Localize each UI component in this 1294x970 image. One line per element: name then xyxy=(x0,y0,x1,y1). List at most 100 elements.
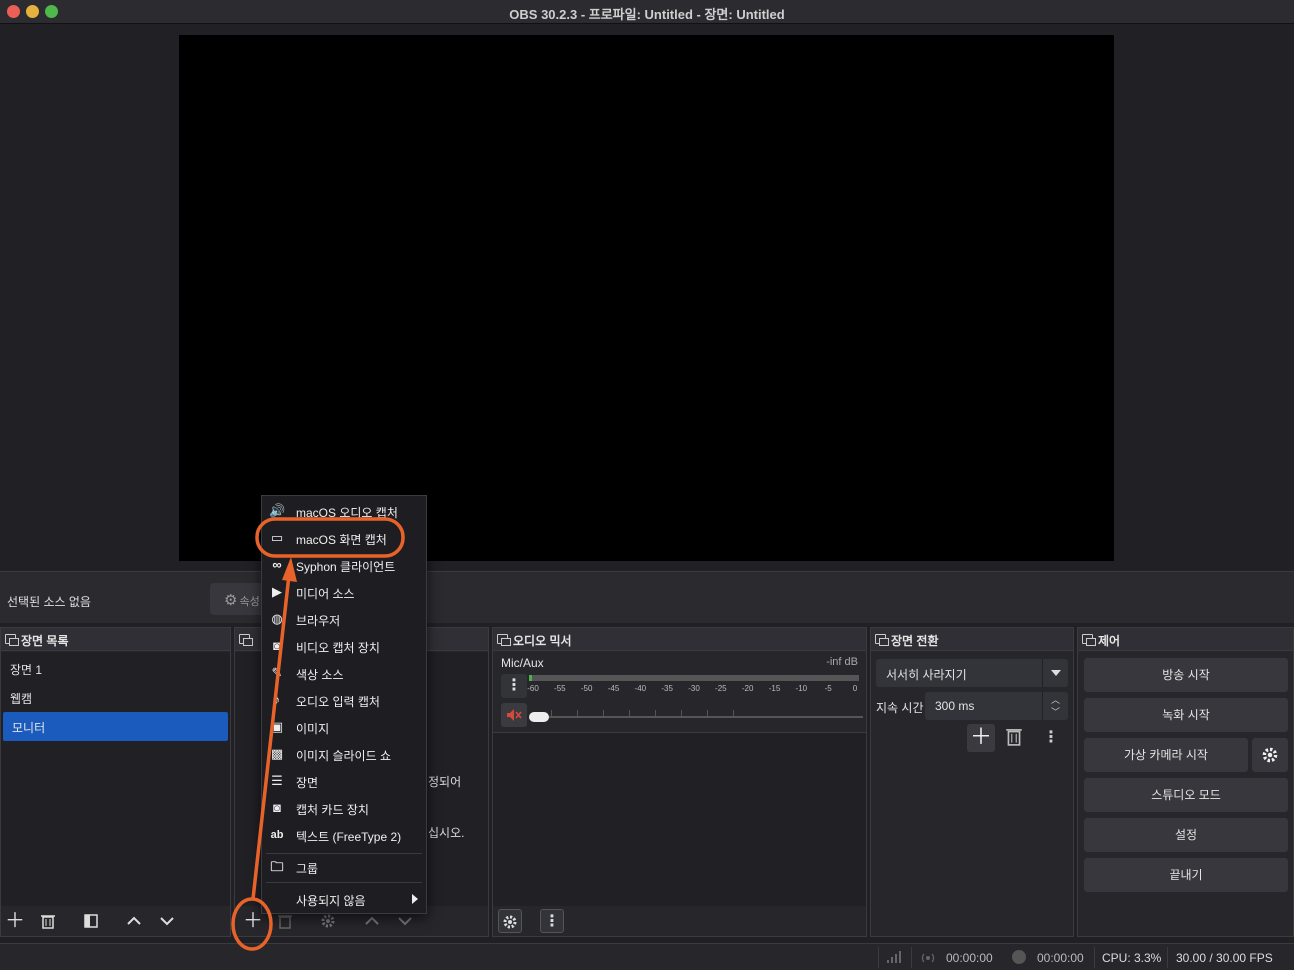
signal-bars-icon xyxy=(887,951,901,963)
controls-dock: 제어 방송 시작 녹화 시작 가상 카메라 시작 스튜디오 모드 설정 끝내기 xyxy=(1077,627,1294,937)
menu-item-label: 캡처 카드 장치 xyxy=(296,803,369,817)
status-bar: 00:00:00 00:00:00 CPU: 3.3% 30.00 / 30.0… xyxy=(0,943,1294,970)
window-title: OBS 30.2.3 - 프로파일: Untitled - 장면: Untitl… xyxy=(509,7,785,22)
add-scene-button[interactable]: ＋ xyxy=(3,909,27,933)
status-separator xyxy=(878,947,879,968)
trash-icon xyxy=(1006,729,1022,746)
scenes-dock: 장면 목록 장면 1 웹캠 모니터 ＋ xyxy=(0,627,231,937)
menu-item-3[interactable]: ▶ 미디어 소스 xyxy=(262,580,426,604)
meter-tick-label: -5 xyxy=(824,684,832,693)
meter-tick-label: -55 xyxy=(554,684,566,693)
remove-scene-button[interactable] xyxy=(36,909,60,933)
menu-item-deprecated[interactable]: 사용되지 않음 xyxy=(262,887,426,911)
menu-item-label: 이미지 슬라이드 쇼 xyxy=(296,749,391,763)
menu-item-label: 브라우저 xyxy=(296,614,341,628)
menu-item-label: 장면 xyxy=(296,776,319,790)
start-recording-button[interactable]: 녹화 시작 xyxy=(1084,698,1288,732)
transition-select[interactable]: 서서히 사라지기 xyxy=(876,659,1068,687)
speaker-icon: 🔊 xyxy=(269,503,286,518)
start-virtual-camera-button[interactable]: 가상 카메라 시작 xyxy=(1084,738,1248,772)
move-scene-up-button[interactable] xyxy=(122,909,146,933)
menu-item-12[interactable]: ab 텍스트 (FreeType 2) xyxy=(262,823,426,847)
monitor-icon: ▭ xyxy=(270,530,284,545)
menu-item-label: 오디오 입력 캡처 xyxy=(296,695,380,709)
transitions-header[interactable]: 장면 전환 xyxy=(871,628,1073,651)
menu-item-5[interactable]: ◙ 비디오 캡처 장치 xyxy=(262,634,426,658)
trash-icon xyxy=(41,915,55,929)
move-scene-down-button[interactable] xyxy=(155,909,179,933)
advanced-audio-button[interactable] xyxy=(498,909,522,933)
menu-item-11[interactable]: ◙ 캡처 카드 장치 xyxy=(262,796,426,820)
transitions-dock: 장면 전환 서서히 사라지기 지속 시간 300 ms ︿ ﹀ ＋ ⋮ xyxy=(870,627,1074,937)
play-icon: ▶ xyxy=(272,584,282,599)
dock-undock-icon[interactable] xyxy=(1082,634,1096,646)
menu-item-label: 이미지 xyxy=(296,722,330,736)
start-streaming-button[interactable]: 방송 시작 xyxy=(1084,658,1288,692)
meter-tick-label: -50 xyxy=(580,684,593,693)
menu-item-8[interactable]: ▣ 이미지 xyxy=(262,715,426,739)
transition-menu-button[interactable]: ⋮ xyxy=(1043,726,1059,750)
menu-item-4[interactable]: ◍ 브라우저 xyxy=(262,607,426,631)
remove-transition-button[interactable] xyxy=(1005,726,1029,750)
controls-title: 제어 xyxy=(1098,634,1121,648)
spin-arrows-icon[interactable]: ︿ ﹀ xyxy=(1042,692,1068,720)
menu-item-6[interactable]: ✎ 색상 소스 xyxy=(262,661,426,685)
slider-tick xyxy=(629,710,630,718)
status-separator xyxy=(911,947,912,968)
audio-mixer-title: 오디오 믹서 xyxy=(513,634,572,648)
globe-icon: ◍ xyxy=(271,611,283,626)
meter-tick-label: -40 xyxy=(634,684,647,693)
scene-filters-button[interactable] xyxy=(79,909,103,933)
submenu-arrow-icon xyxy=(412,894,418,904)
slider-tick xyxy=(733,710,734,718)
mixer-channel-menu-button[interactable]: ⋮ xyxy=(501,674,527,698)
filter-icon xyxy=(84,914,98,928)
scene-item-monitor[interactable]: 모니터 xyxy=(3,712,228,741)
studio-mode-button[interactable]: 스튜디오 모드 xyxy=(1084,778,1288,812)
title-bar: OBS 30.2.3 - 프로파일: Untitled - 장면: Untitl… xyxy=(0,0,1294,24)
muted-speaker-icon xyxy=(507,709,522,721)
slider-tick xyxy=(603,710,604,718)
slider-tick xyxy=(577,710,578,718)
dock-undock-icon[interactable] xyxy=(497,634,511,646)
list-icon: ☰ xyxy=(271,773,283,788)
image-icon: ▣ xyxy=(270,719,284,734)
dropdown-arrow-icon xyxy=(1042,659,1068,687)
obs-window: OBS 30.2.3 - 프로파일: Untitled - 장면: Untitl… xyxy=(0,0,1294,970)
controls-header[interactable]: 제어 xyxy=(1078,628,1293,651)
menu-item-10[interactable]: ☰ 장면 xyxy=(262,769,426,793)
audio-mixer-header[interactable]: 오디오 믹서 xyxy=(493,628,866,651)
scenes-dock-header[interactable]: 장면 목록 xyxy=(1,628,230,651)
text-icon: ab xyxy=(270,829,284,841)
scene-item-webcam[interactable]: 웹캠 xyxy=(1,683,230,712)
menu-item-group[interactable]: 🗀 그룹 xyxy=(262,855,426,879)
transition-selected-value: 서서히 사라지기 xyxy=(886,668,967,682)
mute-button[interactable] xyxy=(501,703,527,727)
exit-button[interactable]: 끝내기 xyxy=(1084,858,1288,892)
camera-icon: ◙ xyxy=(273,800,281,815)
sources-empty-hint-2: 십시오. xyxy=(428,826,465,840)
preview-area xyxy=(0,25,1294,571)
mixer-menu-button[interactable]: ⋮ xyxy=(540,909,564,933)
menu-item-9[interactable]: ▩ 이미지 슬라이드 쇼 xyxy=(262,742,426,766)
dock-undock-icon[interactable] xyxy=(5,634,19,646)
preview-canvas[interactable] xyxy=(179,35,1114,561)
virtual-camera-settings-button[interactable] xyxy=(1252,738,1288,772)
dock-undock-icon[interactable] xyxy=(875,634,889,646)
menu-item-7[interactable]: ♪ 오디오 입력 캡처 xyxy=(262,688,426,712)
cpu-usage: CPU: 3.3% xyxy=(1102,951,1162,965)
menu-item-2[interactable]: ∞ Syphon 클라이언트 xyxy=(262,553,426,577)
add-transition-button[interactable]: ＋ xyxy=(967,724,995,752)
settings-button[interactable]: 설정 xyxy=(1084,818,1288,852)
menu-item-1[interactable]: ▭ macOS 화면 캡처 xyxy=(262,526,426,550)
duration-input[interactable]: 300 ms ︿ ﹀ xyxy=(925,692,1068,720)
dock-undock-icon[interactable] xyxy=(239,634,253,646)
chevron-down-icon xyxy=(398,917,412,926)
menu-item-label: 비디오 캡처 장치 xyxy=(296,641,380,655)
scene-item-1[interactable]: 장면 1 xyxy=(1,654,230,683)
fps-display: 30.00 / 30.00 FPS xyxy=(1176,951,1273,965)
slider-tick xyxy=(681,710,682,718)
chevron-down-icon xyxy=(160,917,174,926)
volume-slider-handle[interactable] xyxy=(529,712,549,722)
menu-item-0[interactable]: 🔊 macOS 오디오 캡처 xyxy=(262,499,426,523)
